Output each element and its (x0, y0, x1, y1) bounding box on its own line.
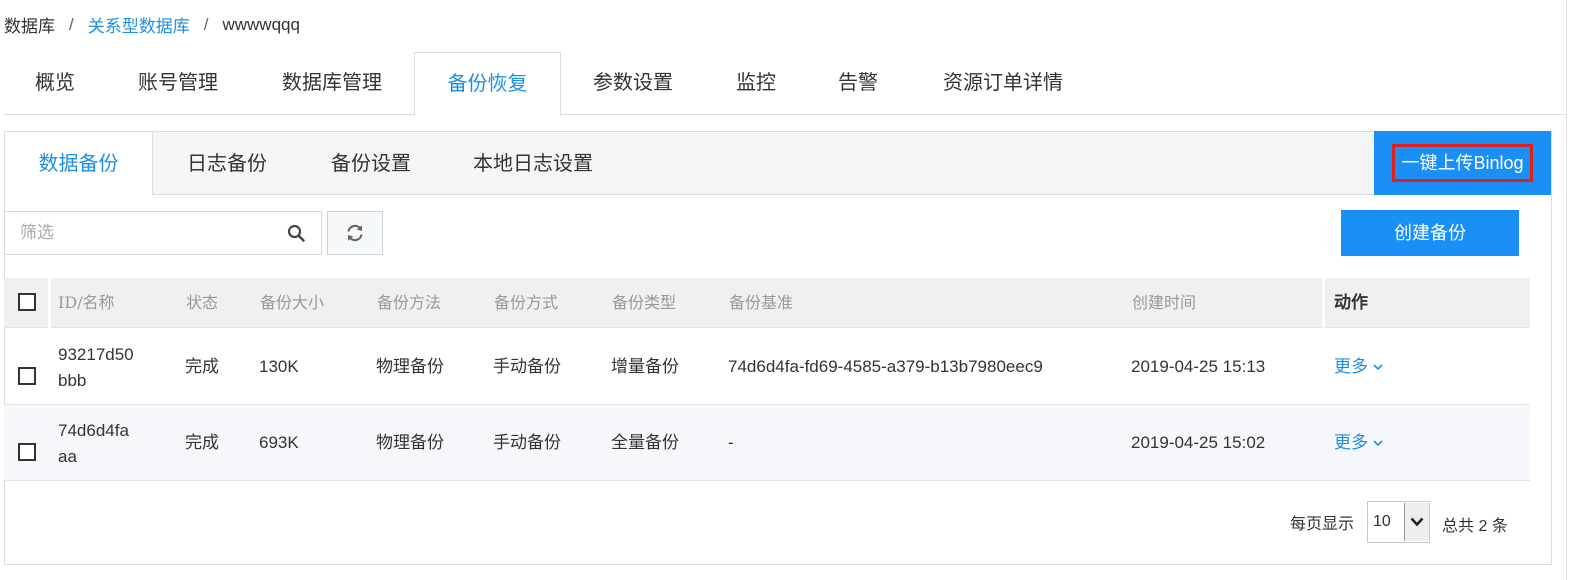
create-backup-button[interactable]: 创建备份 (1341, 210, 1519, 256)
header-type: 备份类型 (612, 293, 677, 312)
per-page-select[interactable]: 10 (1367, 501, 1430, 543)
header-status: 状态 (186, 293, 219, 312)
subtab-data-backup[interactable]: 数据备份 (5, 132, 153, 195)
mode-cell: 手动备份 (493, 433, 561, 452)
breadcrumb: 数据库 / 关系型数据库 / wwwwqqq (4, 12, 300, 37)
size-cell: 130K (259, 357, 299, 376)
main-tab-bar: 概览 账号管理 数据库管理 备份恢复 参数设置 监控 告警 资源订单详情 (4, 52, 1566, 116)
breadcrumb-separator: / (203, 14, 209, 34)
backup-id-cell: 74d6d4fa aa (58, 418, 129, 470)
filter-input[interactable] (5, 223, 270, 243)
status-cell: 完成 (185, 357, 219, 376)
base-cell: - (728, 433, 734, 452)
row-checkbox[interactable] (18, 443, 36, 461)
filter-box (4, 211, 322, 255)
header-method: 备份方法 (377, 293, 442, 312)
total-count: 总共 2 条 (1442, 518, 1508, 535)
table-row: 93217d50 bbb 完成 130K 物理备份 手动备份 增量备份 74d6… (4, 329, 1530, 405)
per-page-label: 每页显示 (1290, 516, 1355, 533)
refresh-button[interactable] (327, 211, 383, 255)
breadcrumb-item-instance: wwwwqqq (222, 14, 300, 34)
tab-parameters[interactable]: 参数设置 (576, 52, 690, 115)
more-actions-label: 更多 (1334, 433, 1368, 452)
backup-id-cell: 93217d50 bbb (58, 342, 134, 394)
size-cell: 693K (259, 433, 299, 452)
more-actions-label: 更多 (1334, 357, 1368, 376)
backup-name: bbb (58, 371, 87, 390)
table-row: 74d6d4fa aa 完成 693K 物理备份 手动备份 全量备份 - 201… (4, 405, 1530, 481)
tab-monitoring[interactable]: 监控 (716, 52, 796, 115)
select-all-checkbox[interactable] (18, 293, 36, 311)
breadcrumb-item-databases[interactable]: 数据库 (4, 12, 55, 37)
header-divider (48, 278, 51, 328)
mode-cell: 手动备份 (493, 357, 561, 376)
more-actions-link[interactable]: 更多 (1334, 354, 1383, 380)
header-id-name: ID/名称 (58, 293, 115, 312)
breadcrumb-separator: / (69, 14, 74, 34)
refresh-icon (347, 224, 363, 242)
tab-backup-restore[interactable]: 备份恢复 (414, 52, 561, 116)
per-page-value: 10 (1373, 513, 1391, 530)
header-divider (1322, 278, 1325, 328)
subtab-backup-settings[interactable]: 备份设置 (309, 132, 433, 194)
table-header: ID/名称 状态 备份大小 备份方法 备份方式 备份类型 备份基准 创建时间 动… (4, 278, 1530, 328)
sub-tab-bar: 数据备份 日志备份 备份设置 本地日志设置 (4, 131, 1552, 195)
more-actions-link[interactable]: 更多 (1334, 430, 1383, 456)
frame-border (1566, 0, 1567, 580)
breadcrumb-item-relational-db[interactable]: 关系型数据库 (88, 12, 190, 37)
type-cell: 增量备份 (611, 357, 679, 376)
base-cell: 74d6d4fa-fd69-4585-a379-b13b7980eec9 (728, 357, 1043, 376)
tab-accounts[interactable]: 账号管理 (112, 52, 244, 115)
chevron-down-icon (1410, 517, 1424, 527)
search-icon[interactable] (287, 224, 305, 242)
method-cell: 物理备份 (376, 433, 444, 452)
backup-id: 93217d50 (58, 345, 134, 364)
chevron-down-icon (1373, 439, 1383, 446)
upload-binlog-label: 一键上传Binlog (1392, 144, 1533, 182)
tab-resource-orders[interactable]: 资源订单详情 (922, 52, 1084, 115)
upload-binlog-button[interactable]: 一键上传Binlog (1374, 131, 1551, 195)
subtab-log-backup[interactable]: 日志备份 (165, 132, 289, 194)
select-arrow (1404, 503, 1429, 541)
backup-name: aa (58, 447, 77, 466)
tab-alerts[interactable]: 告警 (816, 52, 900, 115)
tab-overview[interactable]: 概览 (4, 52, 106, 115)
header-mode: 备份方式 (494, 293, 559, 312)
status-cell: 完成 (185, 433, 219, 452)
method-cell: 物理备份 (376, 357, 444, 376)
header-size: 备份大小 (260, 293, 325, 312)
header-base: 备份基准 (729, 293, 794, 312)
type-cell: 全量备份 (611, 433, 679, 452)
header-created: 创建时间 (1132, 293, 1197, 312)
subtab-local-log-settings[interactable]: 本地日志设置 (453, 132, 613, 194)
chevron-down-icon (1373, 363, 1383, 370)
created-cell: 2019-04-25 15:13 (1131, 357, 1266, 376)
header-action: 动作 (1334, 293, 1368, 312)
tab-database-management[interactable]: 数据库管理 (262, 52, 402, 115)
created-cell: 2019-04-25 15:02 (1131, 433, 1266, 452)
backup-id: 74d6d4fa (58, 421, 129, 440)
row-checkbox[interactable] (18, 367, 36, 385)
